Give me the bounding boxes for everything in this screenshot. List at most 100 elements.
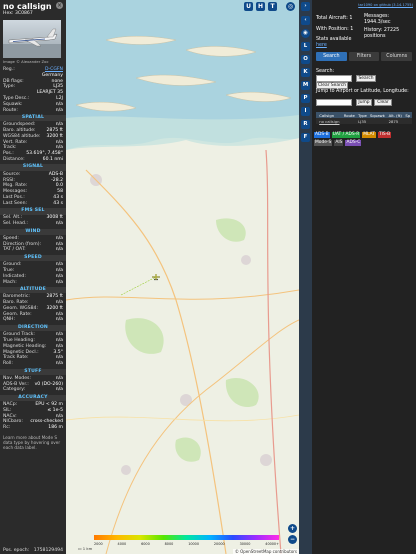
tab-search[interactable]: Search	[316, 52, 347, 61]
list-panel: tar1090 on github (3.14.1755) Total Airc…	[312, 0, 416, 554]
wind-row: TAT / OAT: n/a	[0, 247, 66, 253]
clear-search-button[interactable]: Clear Search	[316, 82, 348, 89]
aircraft-table: Callsign Route Type Squawk Alt. (ft) Sp no ca…	[316, 112, 412, 124]
altitude-legend-label: 4000	[117, 542, 127, 546]
zoom-in-button[interactable]: +	[288, 524, 297, 533]
toolbar-button-l[interactable]: L	[301, 42, 310, 51]
direction-value: n/a	[55, 361, 63, 367]
source-legend: ADS-B UAT / ADS-R MLAT TIS-B Mode-S AIS ADS-C	[314, 131, 410, 147]
jump-input[interactable]	[316, 99, 352, 106]
fms-label[interactable]: Sel. Head.:	[3, 221, 28, 227]
section-speed[interactable]: SPEED	[0, 254, 66, 262]
hex-label: Hex:	[3, 11, 14, 16]
speed-label[interactable]: Mach:	[3, 280, 17, 286]
epoch-row: Pos. epoch: 1758129494	[0, 547, 66, 554]
learn-more-text: Learn more about Mode S data type by hov…	[3, 435, 61, 451]
section-fms-sel[interactable]: FMS SEL	[0, 208, 66, 215]
table-cell	[404, 118, 412, 124]
direction-row: Roll: n/a	[0, 361, 66, 367]
map-scale: ▭ 1 km	[78, 546, 93, 551]
column-header[interactable]: Squawk	[368, 112, 388, 118]
section-spatial[interactable]: SPATIAL	[0, 114, 66, 122]
route-value: n/a	[55, 107, 63, 113]
epoch-label: Pos. epoch:	[3, 548, 30, 553]
source-tag: UAT / ADS-R	[331, 132, 361, 138]
aircraft-info-panel: no callsign × Hex: 3C0867 Image © Alexan…	[0, 0, 66, 554]
section-stuff[interactable]: STUFF	[0, 368, 66, 375]
speed-list: Ground: n/a True: n/a Indicated: n/a Mach: n/a	[0, 262, 66, 285]
section-altitude[interactable]: ALTITUDE	[0, 286, 66, 294]
stuff-label[interactable]: Category:	[3, 387, 25, 393]
altitude-color-legend	[94, 535, 279, 540]
toolbar-button-r[interactable]: R	[301, 120, 310, 129]
collapse-arrow-icon[interactable]: ‹	[301, 16, 310, 25]
altitude-legend-label: 20000	[213, 542, 225, 546]
messages-rate: Messages: 1944.3/sec	[364, 14, 391, 25]
expand-arrow-icon[interactable]: ›	[301, 2, 310, 11]
hex-line: Hex: 3C0867	[0, 11, 66, 16]
hex-value[interactable]: 3C0867	[15, 11, 33, 16]
altitude-legend-label: 8000	[164, 542, 174, 546]
section-signal[interactable]: SIGNAL	[0, 164, 66, 171]
clear-jump-button[interactable]: Clear	[374, 99, 392, 106]
signal-value: 43 s	[53, 200, 63, 206]
altitude-legend-label: 6000	[141, 542, 150, 546]
toolbar-button-f[interactable]: F	[301, 133, 310, 142]
source-tag: TIS-B	[377, 132, 392, 138]
toolbar-button-o[interactable]: O	[301, 55, 310, 64]
spatial-label[interactable]: Distance:	[3, 157, 25, 163]
t-button[interactable]: T	[268, 2, 277, 11]
speed-row: Mach: n/a	[0, 280, 66, 286]
fms-row: Sel. Head.: n/a	[0, 221, 66, 227]
map-view[interactable]: U H T ◎ + − 2000 4000 6000 8000 10000 20000 30…	[66, 0, 299, 554]
aircraft-photo[interactable]	[3, 20, 61, 58]
center-icon[interactable]: ◉	[301, 29, 310, 38]
search-label: Search:	[316, 69, 335, 74]
scale-label: 1 km	[82, 546, 93, 551]
aircraft-photo-image	[3, 28, 61, 58]
table-cell: no callsign	[318, 118, 343, 124]
epoch-value: 1758129494	[33, 548, 63, 553]
wind-label[interactable]: TAT / OAT:	[3, 247, 26, 253]
table-body: no callsign LJ35 2875	[316, 118, 412, 124]
altitude-label[interactable]: QNH:	[3, 317, 15, 323]
column-header[interactable]: Alt. (ft)	[387, 112, 405, 118]
toolbar-button-k[interactable]: K	[301, 68, 310, 77]
table-row[interactable]: no callsign LJ35 2875	[316, 118, 412, 124]
toolbar-button-i[interactable]: I	[301, 107, 310, 116]
wind-list: Speed: n/a Direction (from): n/a TAT / OAT: n…	[0, 236, 66, 253]
search-input[interactable]	[316, 75, 352, 82]
spatial-value: 60.1 nmi	[42, 157, 63, 163]
close-icon[interactable]: ×	[56, 2, 63, 9]
altitude-row: QNH: n/a	[0, 317, 66, 323]
u-button[interactable]: U	[244, 2, 253, 11]
section-wind[interactable]: WIND	[0, 228, 66, 236]
altitude-legend-label: 40000+	[265, 542, 279, 546]
search-button[interactable]: Search	[356, 75, 376, 82]
toolbar-button-m[interactable]: M	[301, 81, 310, 90]
github-link[interactable]: tar1090 on github (3.14.1755)	[358, 3, 413, 7]
table-cell	[342, 118, 358, 124]
toolbar-button-p[interactable]: P	[301, 94, 310, 103]
direction-list: Ground Track: n/a True Heading: n/a Magnetic…	[0, 332, 66, 367]
stats-link[interactable]: here	[316, 43, 327, 48]
tab-columns[interactable]: Columns	[381, 52, 413, 61]
route-row: Route: n/a	[0, 108, 66, 114]
layers-icon[interactable]: ◎	[286, 2, 295, 11]
jump-button[interactable]: Jump	[356, 99, 372, 106]
h-button[interactable]: H	[256, 2, 265, 11]
wind-value: n/a	[55, 247, 63, 253]
table-header-row: Callsign Route Type Squawk Alt. (ft) Sp	[316, 112, 412, 118]
direction-label[interactable]: Roll:	[3, 361, 13, 367]
table-cell	[368, 118, 388, 124]
signal-label[interactable]: Last Seen:	[3, 201, 27, 207]
tab-filters[interactable]: Filters	[348, 52, 380, 61]
stuff-row: Category: n/a	[0, 387, 66, 393]
route-label: Route:	[3, 107, 18, 113]
section-accuracy[interactable]: ACCURACY	[0, 394, 66, 402]
accuracy-label[interactable]: Rc:	[3, 425, 10, 431]
section-direction[interactable]: DIRECTION	[0, 324, 66, 332]
map-attribution[interactable]: © OpenStreetMap contributors	[232, 549, 299, 554]
zoom-out-button[interactable]: −	[288, 535, 297, 544]
total-aircraft: Total Aircraft: 1	[316, 16, 353, 21]
